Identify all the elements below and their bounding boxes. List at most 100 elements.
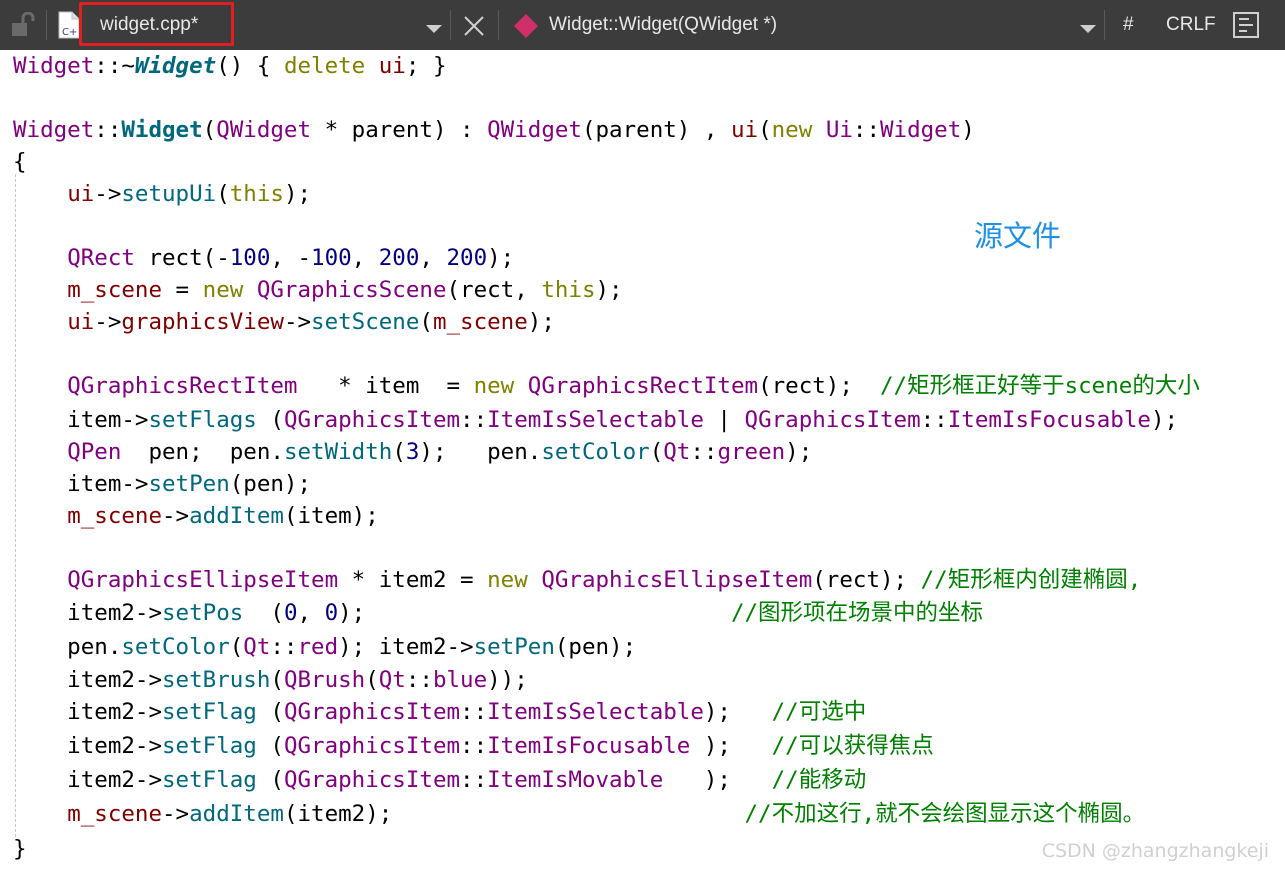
code-token: Qt (378, 667, 406, 693)
code-token: new (487, 567, 528, 593)
symbol-icon (513, 13, 539, 43)
code-token: rect(- (134, 245, 230, 271)
code-token: ui (67, 309, 95, 335)
editor-toolbar: C+ widget.cpp* Widget::Widget(QWidget *)… (0, 0, 1285, 50)
code-token: , (297, 600, 325, 626)
code-token: () { (216, 53, 284, 79)
file-dropdown-icon[interactable] (425, 20, 443, 39)
code-token: Widget (121, 117, 203, 143)
outline-icon[interactable] (1233, 12, 1259, 42)
code-token: Qt (663, 439, 691, 465)
code-token: item2-> (13, 767, 163, 793)
code-token: ); (338, 600, 731, 626)
code-token: new (202, 277, 244, 303)
code-token: //可选中 (771, 699, 867, 725)
lock-icon[interactable] (10, 11, 38, 42)
code-token: QGraphicsEllipseItem (67, 567, 339, 593)
code-token: QGraphicsItem (744, 407, 921, 433)
code-token: 100 (311, 245, 352, 271)
code-token: item2-> (13, 699, 163, 725)
code-token: //不加这行,就不会绘图显示这个椭圆。 (744, 801, 1146, 827)
code-token: pen; pen. (121, 439, 284, 465)
code-line: m_scene->addItem(item2); //不加这行,就不会绘图显示这… (13, 798, 1145, 830)
code-token: //可以获得焦点 (771, 733, 934, 759)
code-token: Qt (243, 634, 271, 660)
indent-guide (15, 174, 16, 837)
code-token: QGraphicsItem (283, 407, 461, 433)
code-token: QGraphicsRectItem (527, 373, 759, 399)
code-token: ); (595, 277, 623, 303)
code-token: graphicsView (121, 309, 284, 335)
code-token: m_scene (67, 277, 163, 303)
code-token: ); (703, 699, 772, 725)
code-token: -> (162, 503, 190, 529)
code-token: QGraphicsItem (283, 699, 461, 725)
code-token: item-> (13, 471, 149, 497)
code-token: ( (758, 117, 772, 143)
code-token: new (473, 373, 515, 399)
code-token: ::~ (94, 53, 135, 79)
code-token: m_scene (432, 309, 528, 335)
code-token: ( (229, 634, 244, 660)
close-icon[interactable] (463, 15, 485, 41)
code-token: ui (67, 181, 95, 207)
line-ending-indicator[interactable]: CRLF (1166, 0, 1216, 50)
code-token: ) (961, 117, 975, 143)
code-token: QRect (67, 245, 135, 271)
file-tab-highlight (79, 2, 234, 46)
code-line: item->setFlags (QGraphicsItem::ItemIsSel… (13, 404, 1178, 436)
code-token: ( (256, 407, 284, 433)
code-token: ( (256, 733, 284, 759)
code-token: ( (243, 600, 284, 626)
code-token: setupUi (121, 181, 217, 207)
code-token: setPen (473, 634, 555, 660)
code-token: setFlag (162, 767, 257, 793)
hash-indicator[interactable]: # (1123, 0, 1134, 50)
code-token: setColor (121, 634, 230, 660)
toolbar-separator (1104, 10, 1105, 40)
code-token: (rect, (446, 277, 542, 303)
code-token: addItem (189, 801, 284, 827)
code-token: ItemIsSelectable (487, 699, 704, 725)
code-line: item2->setBrush(QBrush(Qt::blue)); (13, 664, 528, 696)
toolbar-separator (450, 10, 451, 40)
code-token: m_scene (67, 801, 163, 827)
code-token: -> (283, 309, 312, 335)
code-token: pen. (13, 634, 122, 660)
code-token: QWidget (216, 117, 312, 143)
code-line: QPen pen; pen.setWidth(3); pen.setColor(… (13, 436, 812, 468)
code-editor[interactable]: Widget::~Widget() { delete ui; } Widget::… (0, 50, 1285, 870)
code-token: 200 (378, 245, 420, 271)
code-token: ( (365, 667, 379, 693)
symbol-selector[interactable]: Widget::Widget(QWidget *) (549, 0, 777, 50)
code-line: item2->setFlag (QGraphicsItem::ItemIsMov… (13, 764, 866, 796)
code-token: 3 (405, 439, 420, 465)
code-line: pen.setColor(Qt::red); item2->setPen(pen… (13, 631, 636, 663)
code-token: = (162, 277, 203, 303)
code-token: QPen (67, 439, 122, 465)
symbol-dropdown-icon[interactable] (1079, 20, 1097, 39)
code-token: QGraphicsScene (256, 277, 447, 303)
code-line: item2->setFlag (QGraphicsItem::ItemIsSel… (13, 696, 866, 728)
code-token: ); (527, 309, 555, 335)
code-line: item2->setPos (0, 0); //图形项在场景中的坐标 (13, 597, 983, 629)
code-token: item2-> (13, 600, 163, 626)
code-token: )); (487, 667, 528, 693)
code-token: ); pen. (419, 439, 542, 465)
code-line: QRect rect(-100, -100, 200, 200); (13, 242, 514, 274)
code-token: , - (270, 245, 312, 271)
code-token: :: (852, 117, 880, 143)
code-token: 0 (324, 600, 339, 626)
code-token: :: (460, 733, 488, 759)
